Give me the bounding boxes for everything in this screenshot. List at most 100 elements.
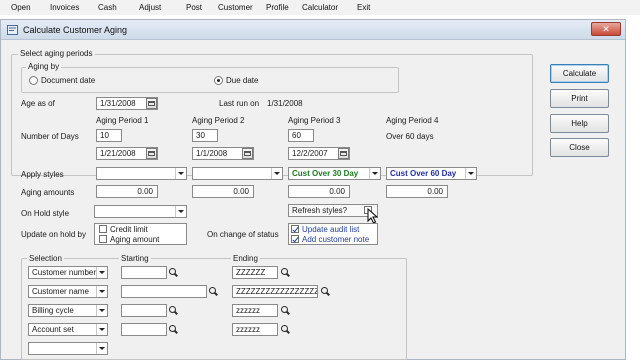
period-3-days-field[interactable]: 60 xyxy=(288,129,314,142)
period-1-days-field[interactable]: 10 xyxy=(96,129,122,142)
search-icon[interactable] xyxy=(208,286,219,297)
aging-period-2-header: Aging Period 2 xyxy=(192,116,245,125)
selection-field-dropdown[interactable] xyxy=(28,342,108,355)
period-2-date: 1/1/2008 xyxy=(196,149,228,158)
close-button[interactable]: Close xyxy=(550,138,609,157)
apply-style-period-4-dropdown[interactable]: Cust Over 60 Day xyxy=(386,167,477,180)
aging-amount-period-4: 0.00 xyxy=(427,187,443,196)
close-window-button[interactable]: ✕ xyxy=(591,22,621,36)
period-1-days: 10 xyxy=(100,131,109,140)
calendar-button-period-1[interactable] xyxy=(146,148,157,159)
aging-amount-period-4-field[interactable]: 0.00 xyxy=(386,185,448,198)
search-icon[interactable] xyxy=(168,324,179,335)
selection-field-value: Customer name xyxy=(32,287,89,296)
selection-start-field[interactable] xyxy=(121,304,167,317)
selection-field-dropdown[interactable]: Account set xyxy=(28,323,108,336)
search-icon[interactable] xyxy=(168,305,179,316)
aging-period-3-header: Aging Period 3 xyxy=(288,116,341,125)
select-aging-periods-title: Select aging periods xyxy=(18,49,95,58)
calendar-icon xyxy=(148,101,155,106)
due-date-radio[interactable] xyxy=(214,76,223,85)
mouse-cursor-icon xyxy=(367,208,379,224)
chevron-down-icon xyxy=(175,206,186,217)
chevron-down-icon xyxy=(96,343,107,354)
calendar-button-period-3[interactable] xyxy=(338,148,349,159)
chevron-down-icon xyxy=(96,305,107,316)
period-2-days: 30 xyxy=(196,131,205,140)
calculate-button[interactable]: Calculate xyxy=(550,64,609,83)
selection-field-dropdown[interactable]: Billing cycle xyxy=(28,304,108,317)
last-run-label: Last run on xyxy=(219,99,260,108)
window-title: Calculate Customer Aging xyxy=(23,25,128,35)
apply-style-period-1-dropdown[interactable] xyxy=(96,167,187,180)
credit-limit-checkbox[interactable] xyxy=(99,225,107,233)
age-as-of-label: Age as of xyxy=(21,99,55,108)
aging-amount-period-2-field[interactable]: 0.00 xyxy=(192,185,254,198)
on-hold-style-dropdown[interactable] xyxy=(94,205,187,218)
help-button-label: Help xyxy=(571,119,588,128)
chevron-down-icon xyxy=(96,267,107,278)
search-icon[interactable] xyxy=(168,267,179,278)
period-2-days-field[interactable]: 30 xyxy=(192,129,218,142)
period-3-date: 12/2/2007 xyxy=(292,149,328,158)
add-customer-note-label: Add customer note xyxy=(302,235,370,244)
search-icon[interactable] xyxy=(320,286,331,297)
aging-amount-checkbox[interactable] xyxy=(99,235,107,243)
number-of-days-label: Number of Days xyxy=(21,132,79,141)
toolbar-open[interactable]: Open xyxy=(11,3,31,12)
help-button[interactable]: Help xyxy=(550,114,609,133)
chevron-down-icon xyxy=(271,168,282,179)
apply-style-period-3-dropdown[interactable]: Cust Over 30 Day xyxy=(288,167,381,180)
search-icon[interactable] xyxy=(280,324,291,335)
title-bar: Calculate Customer Aging ✕ xyxy=(1,20,625,40)
selection-end-field[interactable]: zzzzzz xyxy=(232,304,278,317)
selection-start-field[interactable] xyxy=(121,266,167,279)
period-1-date: 1/21/2008 xyxy=(100,149,136,158)
aging-amount-period-3: 0.00 xyxy=(329,187,345,196)
toolbar-adjust[interactable]: Adjust xyxy=(139,3,161,12)
age-as-of-value: 1/31/2008 xyxy=(100,99,136,108)
calendar-icon xyxy=(244,151,251,156)
add-customer-note-checkbox[interactable] xyxy=(291,235,299,243)
selection-end-field[interactable]: ZZZZZZZZZZZZZZZZZZZZ xyxy=(232,285,318,298)
toolbar-calculator[interactable]: Calculator xyxy=(302,3,338,12)
print-button[interactable]: Print xyxy=(550,89,609,108)
toolbar-exit[interactable]: Exit xyxy=(357,3,370,12)
aging-window: Calculate Customer Aging ✕ Select aging … xyxy=(0,19,626,360)
document-date-label: Document date xyxy=(41,76,96,85)
aging-by-title: Aging by xyxy=(26,62,62,71)
update-audit-list-checkbox[interactable] xyxy=(291,225,299,233)
selection-field-dropdown[interactable]: Customer number xyxy=(28,266,108,279)
selection-start-field[interactable] xyxy=(121,285,207,298)
update-on-hold-label: Update on hold by xyxy=(21,230,86,239)
toolbar-invoices[interactable]: Invoices xyxy=(50,3,79,12)
aging-amount-period-1: 0.00 xyxy=(137,187,153,196)
due-date-label: Due date xyxy=(226,76,259,85)
selection-header: Selection xyxy=(27,254,64,263)
toolbar-profile[interactable]: Profile xyxy=(266,3,289,12)
selection-field-dropdown[interactable]: Customer name xyxy=(28,285,108,298)
toolbar-post[interactable]: Post xyxy=(186,3,202,12)
calendar-button-age-as-of[interactable] xyxy=(146,98,157,109)
toolbar-customer[interactable]: Customer xyxy=(218,3,253,12)
aging-amount-period-3-field[interactable]: 0.00 xyxy=(288,185,350,198)
selection-end-field[interactable]: zzzzzz xyxy=(232,323,278,336)
apply-style-period-4-value: Cust Over 60 Day xyxy=(390,169,457,178)
toolbar: Open Invoices Cash Adjust Post Customer … xyxy=(0,0,640,15)
ending-header: Ending xyxy=(231,254,260,263)
calendar-button-period-2[interactable] xyxy=(242,148,253,159)
selection-end-value: zzzzzz xyxy=(236,306,260,315)
document-date-radio[interactable] xyxy=(29,76,38,85)
search-icon[interactable] xyxy=(280,267,291,278)
selection-field-value: Account set xyxy=(32,325,74,334)
selection-end-field[interactable]: ZZZZZZ xyxy=(232,266,278,279)
aging-amount-period-1-field[interactable]: 0.00 xyxy=(96,185,158,198)
selection-start-field[interactable] xyxy=(121,323,167,336)
aging-amount-label: Aging amount xyxy=(110,235,160,244)
search-icon[interactable] xyxy=(280,305,291,316)
apply-style-period-2-dropdown[interactable] xyxy=(192,167,283,180)
chevron-down-icon xyxy=(96,286,107,297)
on-hold-style-label: On Hold style xyxy=(21,209,70,218)
toolbar-cash[interactable]: Cash xyxy=(98,3,117,12)
close-icon: ✕ xyxy=(602,24,610,34)
